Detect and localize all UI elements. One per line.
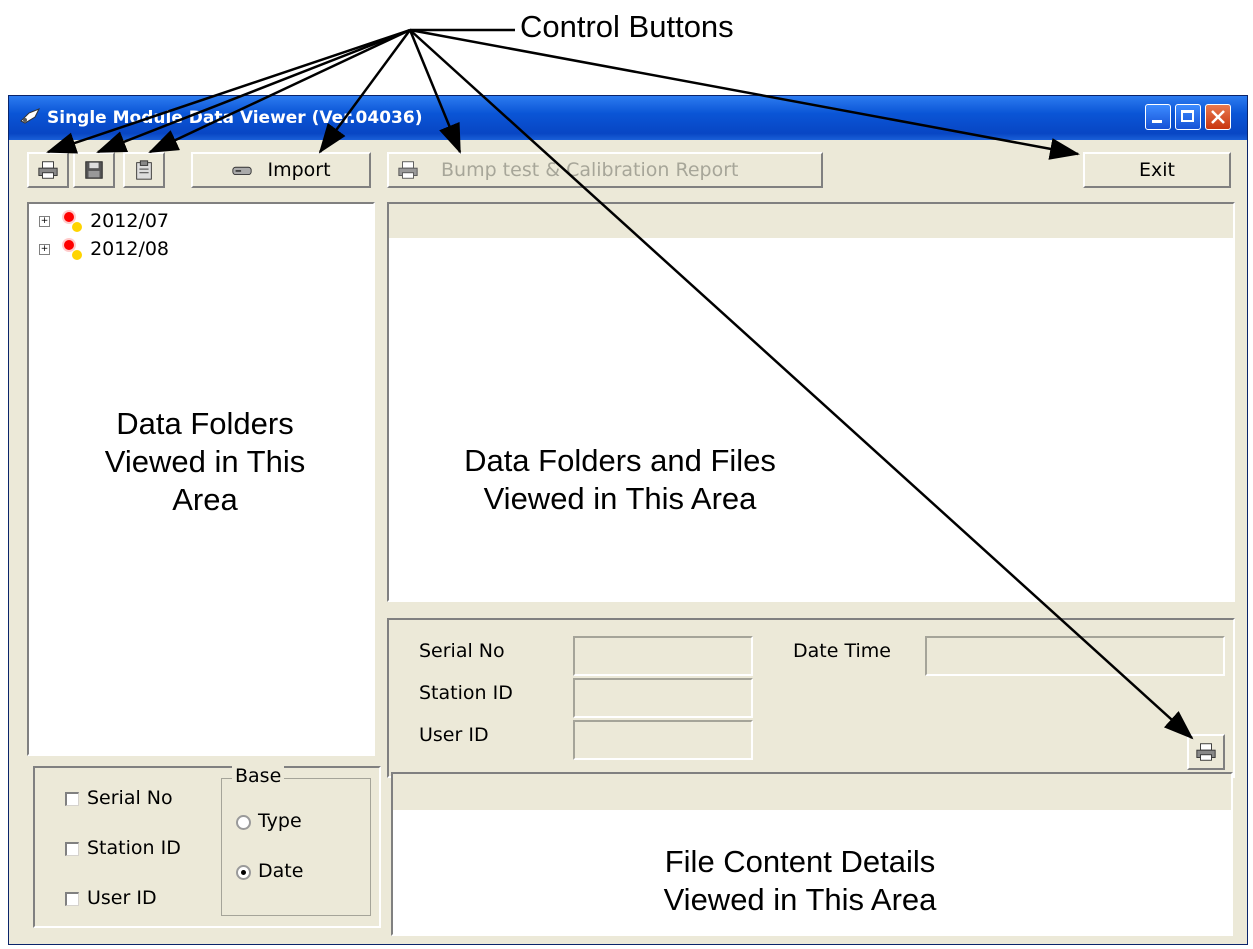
arrow-to-report <box>408 29 462 154</box>
arrow-to-clipboard <box>148 28 411 154</box>
annotation-arrows <box>46 28 1194 740</box>
arrow-to-save <box>96 28 411 154</box>
arrow-to-print <box>46 28 411 154</box>
arrow-to-detail-print <box>409 29 1194 740</box>
arrow-to-exit <box>409 28 1080 160</box>
